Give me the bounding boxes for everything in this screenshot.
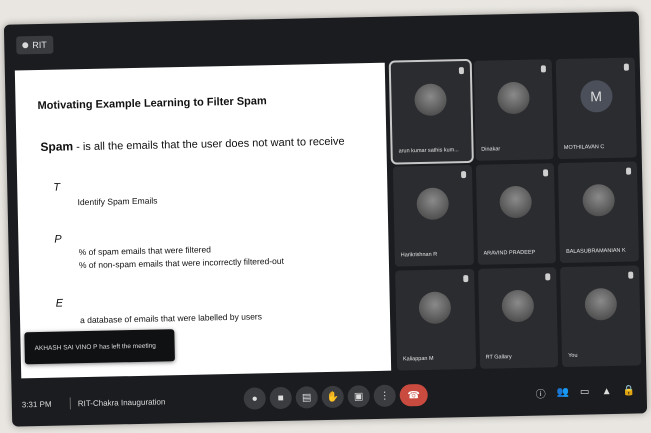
mic-muted-icon [458, 67, 464, 75]
info-icon[interactable]: ⓘ [534, 385, 548, 400]
letter-e: E [55, 297, 64, 310]
presenter-label: RIT [32, 39, 47, 51]
participant-tile[interactable]: Harikrishnan R [392, 164, 474, 267]
participant-name: ARAVIND PRADEEP [483, 249, 536, 257]
captions-icon[interactable]: ▤ [295, 386, 318, 409]
avatar [416, 187, 450, 221]
participant-tile[interactable]: You [560, 265, 642, 368]
lock-icon[interactable]: 🔒 [622, 384, 636, 398]
bottom-bar: 3:31 PM RIT-Chakra Inauguration ● ■ ▤ ✋ … [11, 369, 647, 426]
camera-icon[interactable]: ■ [269, 386, 292, 410]
meeting-name: RIT-Chakra Inauguration [77, 397, 166, 409]
toast-text: AKHASH SAI VINO P has left the meeting [34, 342, 156, 352]
avatar: M [579, 79, 613, 113]
left-meeting-toast: AKHASH SAI VINO P has left the meeting [24, 329, 175, 365]
avatar [418, 291, 452, 325]
avatar [584, 287, 617, 321]
more-icon[interactable]: ⋮ [373, 384, 396, 408]
mic-muted-icon [462, 275, 469, 283]
raise-hand-icon[interactable]: ✋ [321, 385, 344, 409]
definition-term: Spam [40, 139, 74, 154]
participant-tile[interactable]: Kaliappan M [395, 268, 476, 371]
chat-icon[interactable]: ▭ [578, 384, 592, 398]
letter-t: T [53, 181, 61, 194]
avatar [497, 81, 530, 115]
participant-tile[interactable]: Dinakar [473, 59, 555, 161]
e-text: a database of emails that were labelled … [79, 311, 263, 326]
participant-grid: arun kumar sathis kum... Dinakar M MOTHI… [388, 57, 642, 371]
participant-tile[interactable]: BALASUBRAMANIAN K [558, 161, 639, 264]
slide-definition: Spam - is all the emails that the user d… [40, 134, 344, 154]
t-text: Identify Spam Emails [77, 195, 158, 208]
avatar [414, 83, 448, 117]
mic-muted-icon [541, 65, 547, 73]
mic-muted-icon [628, 271, 634, 279]
participant-name: MOTHILAVAN C [563, 144, 605, 151]
avatar [501, 289, 535, 323]
presenter-icon [22, 42, 29, 49]
definition-rest: - is all the emails that the user does n… [73, 135, 345, 154]
avatar [581, 183, 615, 217]
participant-name: Kaliappan M [402, 355, 434, 363]
mic-muted-icon [625, 167, 632, 175]
end-call-icon[interactable]: ☎ [399, 383, 428, 407]
participant-tile[interactable]: ARAVIND PRADEEP [475, 163, 557, 265]
participant-tile[interactable]: M MOTHILAVAN C [556, 57, 637, 160]
meeting-window: RIT Motivating Example Learning to Filte… [3, 11, 648, 427]
avatar [499, 185, 533, 219]
participant-name: RT Gallary [485, 354, 512, 361]
p-line-2: % of non-spam emails that were incorrect… [78, 255, 285, 271]
mic-muted-icon [623, 63, 629, 71]
presenter-chip[interactable]: RIT [16, 35, 53, 55]
people-icon[interactable]: 👥 [556, 385, 570, 399]
present-icon[interactable]: ▣ [347, 385, 370, 408]
slide-title: Motivating Example Learning to Filter Sp… [37, 95, 267, 113]
activities-icon[interactable]: ▲ [600, 384, 614, 398]
letter-p: P [54, 233, 62, 246]
participant-name: Dinakar [481, 146, 501, 153]
participant-tile[interactable]: RT Gallary [477, 267, 559, 369]
p-line-1: % of spam emails that were filtered [78, 244, 211, 258]
mic-muted-icon [543, 169, 549, 177]
participant-tile[interactable]: arun kumar sathis kum... [388, 58, 474, 165]
participant-name: arun kumar sathis kum... [398, 147, 459, 155]
divider [69, 397, 71, 410]
mic-muted-icon [460, 171, 466, 179]
mic-icon[interactable]: ● [243, 387, 266, 410]
participant-name: Harikrishnan R [400, 251, 438, 259]
clock: 3:31 PM [21, 399, 52, 410]
mic-muted-icon [545, 273, 551, 281]
participant-name: You [568, 352, 578, 359]
participant-name: BALASUBRAMANIAN K [566, 247, 626, 255]
